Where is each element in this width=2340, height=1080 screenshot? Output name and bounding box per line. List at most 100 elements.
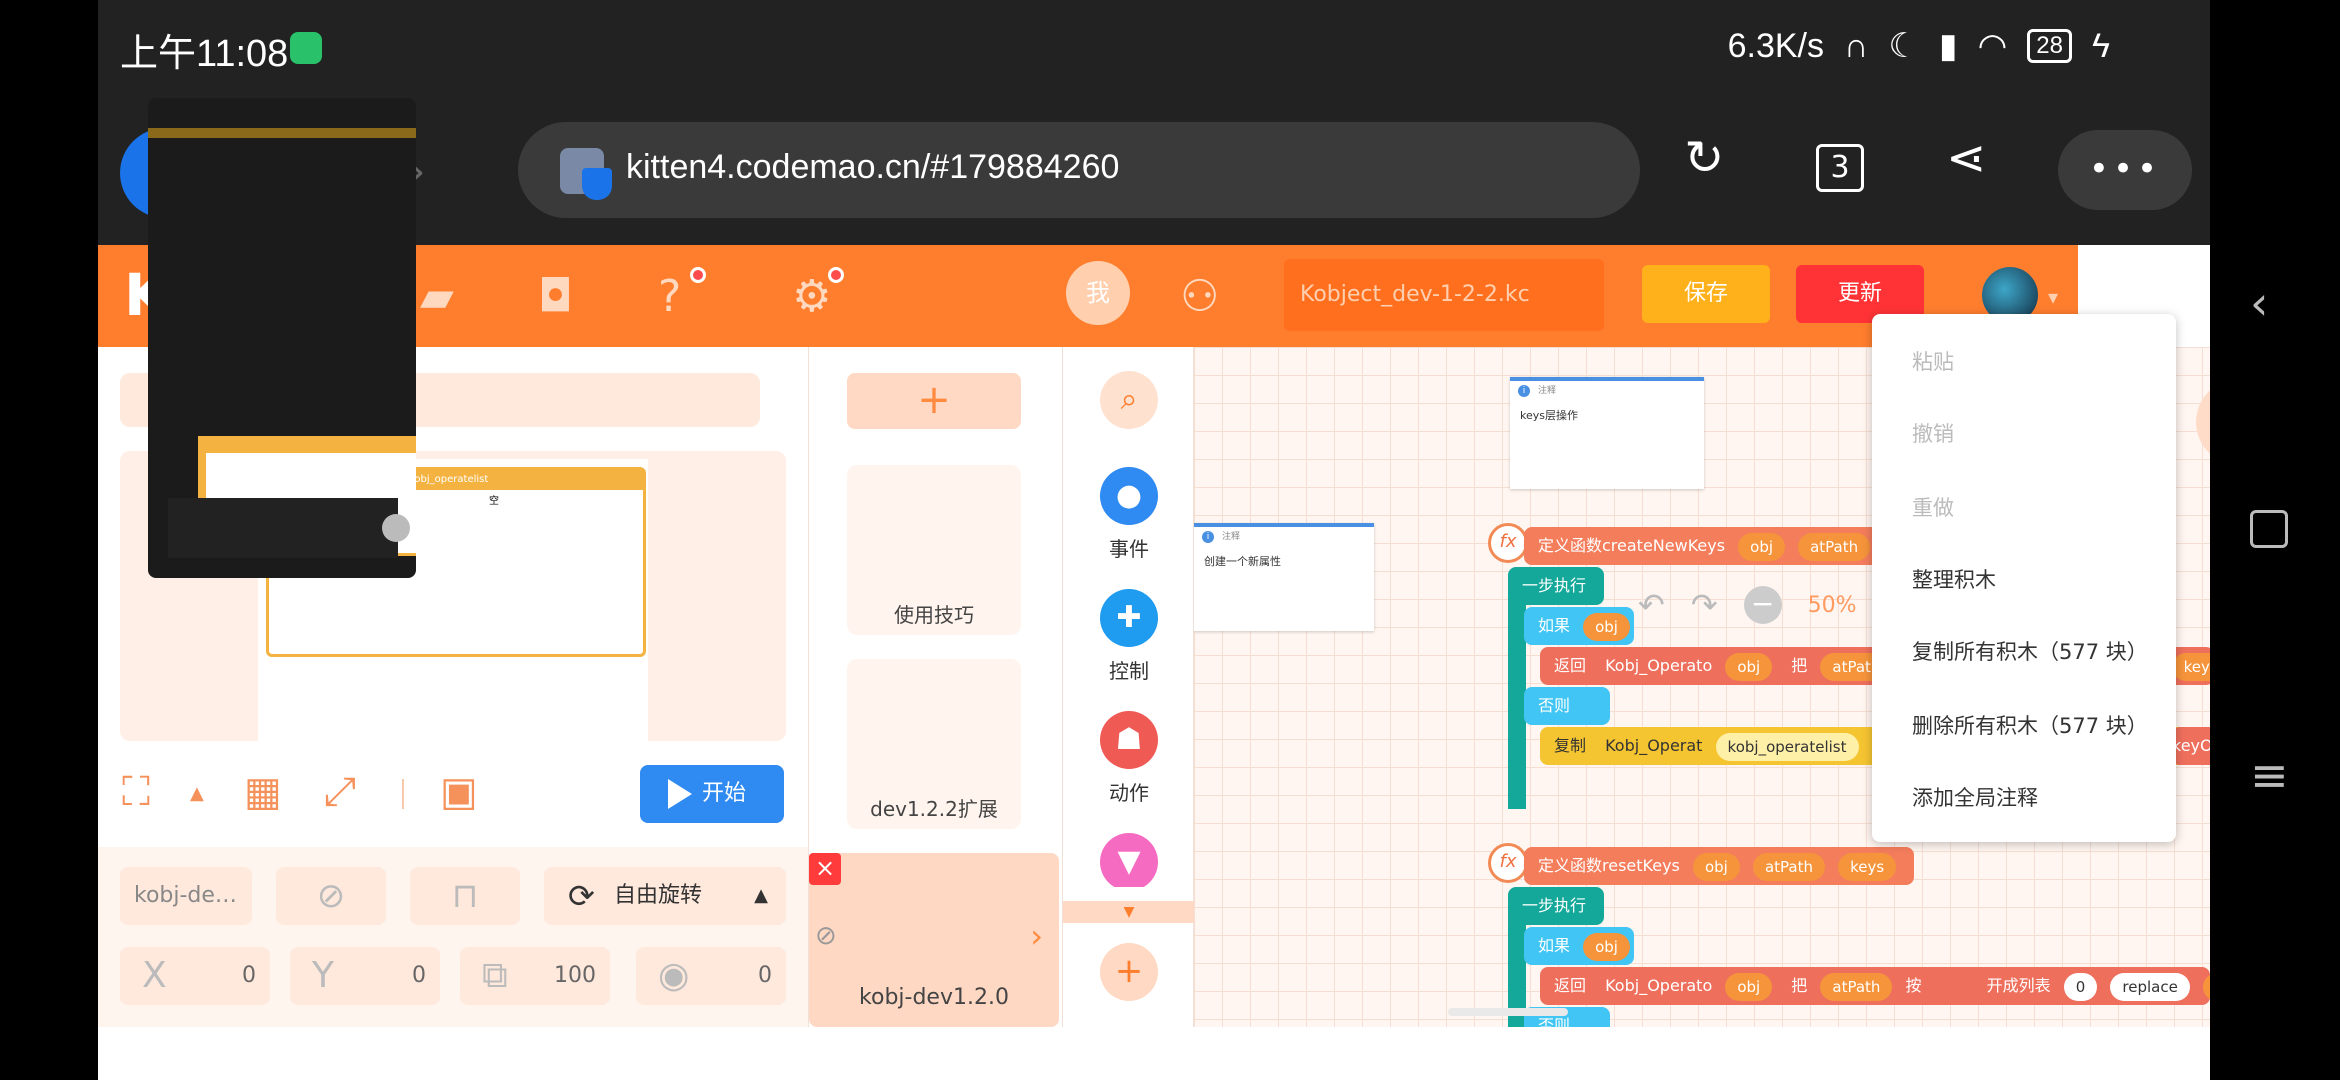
direction-field[interactable]: ◉ 0 — [636, 947, 786, 1005]
step-block[interactable]: 一步执行 — [1508, 567, 1604, 605]
param-pill[interactable]: keys — [1838, 852, 1897, 881]
grid-icon[interactable]: ▦ — [244, 769, 282, 815]
define-function-block[interactable]: 定义函数createNewKeys obj atPath name — [1524, 527, 1950, 565]
add-category-button[interactable]: + — [1100, 943, 1158, 1001]
lock-toggle[interactable]: ⊓ — [410, 867, 520, 925]
param-pill[interactable]: atPath — [1798, 532, 1871, 561]
visibility-toggle[interactable]: ⊘ — [276, 867, 386, 925]
add-user-icon[interactable]: ⚇ — [1180, 271, 1219, 322]
param-pill[interactable]: obj — [1692, 852, 1740, 881]
more-button[interactable]: ••• — [2058, 130, 2192, 210]
param-pill[interactable]: atPath — [1752, 852, 1825, 881]
wifi-icon: ◠ — [1977, 27, 2008, 65]
home-icon[interactable] — [2250, 510, 2288, 548]
play-icon — [668, 779, 692, 809]
y-field[interactable]: Y 0 — [290, 947, 440, 1005]
sprite-name-field[interactable]: kobj-de… — [120, 867, 252, 925]
function-icon: fx — [1488, 843, 1528, 883]
expand-icon[interactable]: ⤢ — [324, 769, 356, 815]
category-looks[interactable]: ▼ 外观 — [1063, 833, 1195, 887]
address-bar[interactable]: kitten4.codemao.cn/#179884260 — [518, 122, 1640, 218]
back-icon[interactable]: ‹ — [2250, 276, 2268, 330]
menu-item-redo[interactable]: 重做 — [1912, 492, 1954, 522]
block-label: 开成列表 — [1986, 976, 2051, 995]
unlock-icon: ⊓ — [451, 876, 479, 916]
param-pill[interactable]: keys — [2171, 652, 2210, 681]
value-pill[interactable]: 0 — [2063, 972, 2098, 1001]
workspace-search-button[interactable]: ≡ — [2196, 379, 2210, 465]
param-pill[interactable]: atPath — [1820, 972, 1893, 1001]
block-label: Kobj_Operato — [1605, 656, 1713, 675]
gear-icon[interactable]: ⚙ — [792, 271, 831, 322]
param-pill[interactable]: obj — [1725, 652, 1773, 681]
menu-icon[interactable]: ≡ — [2250, 748, 2289, 802]
start-button[interactable]: 开始 — [640, 765, 784, 823]
param-pill[interactable]: obj — [1738, 532, 1786, 561]
list-pill[interactable]: kobj_operatelist — [1715, 732, 1859, 761]
if-block[interactable]: 如果 obj — [1524, 927, 1634, 965]
add-sprite-button[interactable]: + — [847, 373, 1021, 429]
rotation-mode-select[interactable]: ⟳ 自由旋转 ▲ — [544, 867, 786, 925]
category-control[interactable]: ✚ 控制 — [1063, 589, 1195, 684]
menu-item-paste[interactable]: 粘贴 — [1912, 346, 1954, 376]
value-pill[interactable]: replace — [2110, 972, 2190, 1001]
folder-icon[interactable]: ▰ — [420, 271, 454, 322]
menu-item-tidy[interactable]: 整理积木 — [1912, 564, 1996, 594]
save-button[interactable]: 保存 — [1642, 265, 1770, 323]
thumbnail-footer — [168, 498, 398, 558]
step-block[interactable]: 一步执行 — [1508, 887, 1604, 925]
else-block[interactable]: 否则 — [1524, 687, 1610, 725]
menu-item-copy-all[interactable]: 复制所有积木（577 块） — [1912, 636, 2148, 666]
backpack-icon[interactable]: ◘ — [538, 271, 573, 322]
caret-up-icon[interactable]: ▲ — [190, 783, 204, 804]
eye-slash-icon[interactable]: ⊘ — [815, 921, 837, 951]
sprite-card-selected[interactable]: × ⊘ › kobj-dev1.2.0 — [809, 853, 1059, 1027]
phone-preview-icon[interactable]: ▣ — [440, 769, 478, 815]
menu-item-delete-all[interactable]: 删除所有积木（577 块） — [1912, 710, 2148, 740]
if-block[interactable]: 如果 obj — [1524, 607, 1634, 645]
define-function-block[interactable]: 定义函数resetKeys obj atPath keys — [1524, 847, 1914, 885]
return-block[interactable]: 返回 Kobj_Operato obj 把 atPath 按 开成列表 0 re… — [1540, 967, 2210, 1005]
comment-card[interactable]: 注释 创建一个新属性 — [1194, 523, 1374, 631]
sprite-card[interactable]: dev1.2.2扩展 — [847, 659, 1021, 829]
x-field[interactable]: X 0 — [120, 947, 270, 1005]
category-event[interactable]: ● 事件 — [1063, 467, 1195, 562]
category-search[interactable]: ⌕ — [1063, 371, 1195, 437]
zoom-out-button[interactable]: − — [1743, 586, 1782, 624]
comment-card[interactable]: 注释 keys层操作 — [1510, 377, 1704, 489]
sprite-card[interactable]: 使用技巧 — [847, 465, 1021, 635]
param-pill[interactable]: obj — [1725, 972, 1773, 1001]
caret-down-icon[interactable]: ▾ — [2048, 285, 2058, 309]
menu-item-add-comment[interactable]: 添加全局注释 — [1912, 782, 2038, 812]
share-icon[interactable]: ⋖ — [1946, 130, 1986, 186]
project-name-input[interactable]: Kobject_dev-1-2-2.kc — [1284, 259, 1604, 331]
lock-icon — [560, 148, 612, 200]
x-label: X — [142, 955, 167, 996]
caret-up-icon: ▲ — [754, 885, 768, 906]
thumbnail-menu-icon[interactable] — [382, 514, 410, 542]
me-button[interactable]: 我 — [1066, 261, 1130, 325]
menu-item-undo[interactable]: 撤销 — [1912, 418, 1954, 448]
undo-icon[interactable]: ↶ — [1638, 586, 1665, 624]
sprite-properties: kobj-de… ⊘ ⊓ ⟳ 自由旋转 ▲ X 0 Y 0 ⧉ 100 ◉ 0 — [98, 847, 808, 1027]
block-label: 如果 — [1538, 616, 1571, 635]
category-motion[interactable]: ☗ 动作 — [1063, 711, 1195, 806]
delete-sprite-button[interactable]: × — [809, 853, 841, 885]
block-label: keyObject — [2172, 736, 2210, 755]
param-pill[interactable]: obj — [1583, 932, 1630, 961]
param-pill[interactable]: keys — [2202, 972, 2210, 1001]
refresh-icon[interactable]: ↻ — [1684, 130, 1724, 186]
eye-slash-icon: ⊘ — [316, 876, 346, 916]
rotation-label: 自由旋转 — [614, 883, 703, 908]
help-icon[interactable]: ? — [658, 271, 681, 322]
chevron-right-icon[interactable]: › — [1030, 917, 1043, 955]
recent-app-thumbnail[interactable] — [148, 98, 416, 578]
size-field[interactable]: ⧉ 100 — [460, 947, 610, 1005]
tabs-count-button[interactable]: 3 — [1816, 144, 1864, 192]
copy-block-tail[interactable]: keyObject — [2172, 727, 2210, 765]
horizontal-scrollbar[interactable] — [1448, 1008, 1568, 1016]
scroll-down-icon[interactable]: ▼ — [1063, 901, 1195, 923]
param-pill[interactable]: obj — [1583, 612, 1630, 641]
redo-icon[interactable]: ↷ — [1691, 586, 1718, 624]
fullscreen-icon[interactable]: ⛶ — [122, 769, 150, 815]
